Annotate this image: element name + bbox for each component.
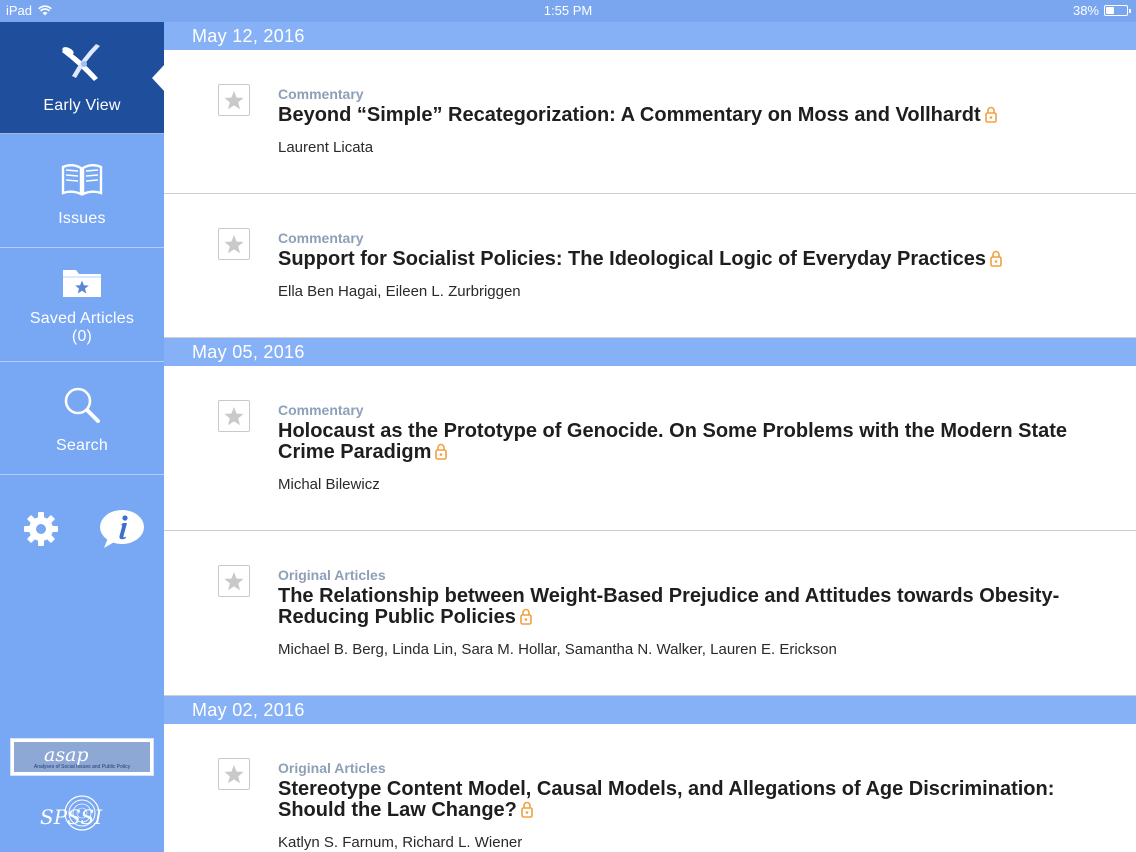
star-icon bbox=[224, 406, 244, 425]
battery-fill bbox=[1106, 7, 1115, 14]
article-category: Commentary bbox=[278, 402, 364, 418]
article-title[interactable]: Support for Socialist Policies: The Ideo… bbox=[278, 249, 1098, 270]
sidebar-item-label: Issues bbox=[58, 210, 106, 227]
article-list[interactable]: May 12, 2016 Commentary Beyond “Simple” … bbox=[164, 22, 1136, 852]
article-category: Commentary bbox=[278, 230, 364, 246]
lock-icon bbox=[990, 250, 1002, 267]
info-bubble-icon[interactable] bbox=[98, 508, 146, 550]
article-row[interactable]: Commentary Beyond “Simple” Recategorizat… bbox=[164, 50, 1136, 194]
date-header: May 05, 2016 bbox=[164, 338, 1136, 366]
battery-icon bbox=[1104, 5, 1131, 16]
article-title-text: Beyond “Simple” Recategorization: A Comm… bbox=[278, 104, 981, 126]
sidebar-item-label: Saved Articles bbox=[29, 310, 135, 327]
spssi-logo-text: SPSSI bbox=[40, 805, 103, 829]
early-view-icon bbox=[62, 44, 100, 81]
article-authors: Ella Ben Hagai, Eileen L. Zurbriggen bbox=[278, 283, 521, 300]
asap-logo-text: asap bbox=[44, 744, 89, 766]
star-icon bbox=[224, 571, 244, 590]
star-icon bbox=[224, 90, 244, 109]
sidebar-item-early-view[interactable]: Early View bbox=[0, 22, 165, 134]
save-star-button[interactable] bbox=[218, 400, 250, 432]
lock-icon bbox=[435, 443, 448, 460]
lock-icon bbox=[984, 106, 997, 123]
save-star-button[interactable] bbox=[218, 228, 250, 260]
lock-icon bbox=[521, 801, 533, 818]
gear-icon[interactable] bbox=[22, 510, 60, 548]
saved-count: (0) bbox=[71, 328, 93, 345]
asap-logo: asap Analyses of Social Issues and Publi… bbox=[10, 738, 154, 776]
save-star-button[interactable] bbox=[218, 565, 250, 597]
date-header: May 02, 2016 bbox=[164, 696, 1136, 724]
article-authors: Laurent Licata bbox=[278, 139, 374, 156]
sidebar-item-issues[interactable]: Issues bbox=[0, 135, 164, 248]
search-icon bbox=[64, 387, 100, 423]
starred-folder-icon bbox=[63, 270, 101, 297]
spssi-logo: SPSSI bbox=[38, 793, 102, 837]
article-title[interactable]: Holocaust as the Prototype of Genocide. … bbox=[278, 421, 1098, 463]
article-category: Original Articles bbox=[278, 760, 386, 776]
sidebar-item-label: Search bbox=[56, 437, 108, 454]
date-header: May 12, 2016 bbox=[164, 22, 1136, 50]
open-book-icon bbox=[61, 164, 103, 196]
article-row[interactable]: Commentary Holocaust as the Prototype of… bbox=[164, 366, 1136, 531]
status-bar: iPad 1:55 PM 38% bbox=[0, 0, 1136, 22]
battery-percent: 38% bbox=[1072, 3, 1099, 18]
article-authors: Michal Bilewicz bbox=[278, 476, 380, 493]
star-icon bbox=[224, 764, 244, 783]
save-star-button[interactable] bbox=[218, 84, 250, 116]
sidebar-item-saved-articles[interactable]: Saved Articles (0) bbox=[0, 249, 164, 362]
article-row[interactable]: Original Articles Stereotype Content Mod… bbox=[164, 724, 1136, 852]
article-title-text: Support for Socialist Policies: The Ideo… bbox=[278, 248, 986, 270]
article-authors: Katlyn S. Farnum, Richard L. Wiener bbox=[278, 834, 523, 851]
lock-icon bbox=[520, 608, 532, 625]
sidebar: Early View Issues Saved Articles (0) Sea… bbox=[0, 22, 165, 852]
status-time: 1:55 PM bbox=[543, 3, 593, 18]
article-row[interactable]: Commentary Support for Socialist Policie… bbox=[164, 194, 1136, 338]
sidebar-item-search[interactable]: Search bbox=[0, 363, 164, 475]
status-right: 38% bbox=[1072, 3, 1131, 18]
sidebar-item-label: Early View bbox=[43, 97, 121, 114]
star-icon bbox=[224, 234, 244, 253]
article-authors: Michael B. Berg, Linda Lin, Sara M. Holl… bbox=[278, 641, 837, 658]
article-title[interactable]: The Relationship between Weight-Based Pr… bbox=[278, 586, 1098, 628]
article-title-text: Holocaust as the Prototype of Genocide. … bbox=[278, 420, 1068, 463]
article-title[interactable]: Stereotype Content Model, Causal Models,… bbox=[278, 779, 1098, 821]
save-star-button[interactable] bbox=[218, 758, 250, 790]
article-category: Original Articles bbox=[278, 567, 386, 583]
article-row[interactable]: Original Articles The Relationship betwe… bbox=[164, 531, 1136, 696]
article-title[interactable]: Beyond “Simple” Recategorization: A Comm… bbox=[278, 105, 1098, 126]
article-category: Commentary bbox=[278, 86, 364, 102]
asap-logo-subtitle: Analyses of Social Issues and Public Pol… bbox=[33, 764, 131, 770]
article-title-text: The Relationship between Weight-Based Pr… bbox=[278, 585, 1060, 628]
article-title-text: Stereotype Content Model, Causal Models,… bbox=[278, 778, 1055, 821]
